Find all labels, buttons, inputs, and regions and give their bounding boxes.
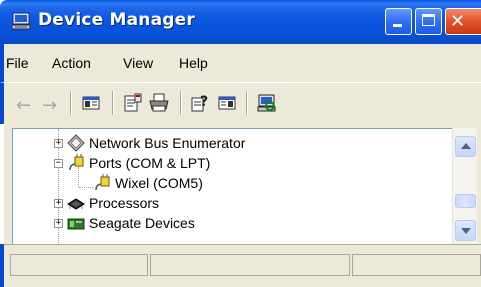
maximize-button[interactable]	[415, 8, 442, 35]
print-icon	[149, 93, 169, 112]
tree-item-network-bus-enumerator[interactable]: + Network Bus Enumerator	[13, 133, 452, 153]
back-arrow-icon: ←	[16, 95, 32, 116]
show-hide-console-tree-button[interactable]	[80, 92, 102, 114]
help-icon: ?	[191, 94, 208, 112]
show-hide-console-tree-icon	[82, 96, 100, 110]
minimize-icon	[393, 24, 402, 27]
storage-device-icon	[67, 218, 85, 230]
status-pane-main	[10, 254, 148, 276]
tree-item-label: Ports (COM & LPT)	[89, 155, 211, 171]
device-tree-panel: + Network Bus Enumerator − Ports (COM & …	[4, 124, 481, 244]
tree-line	[79, 187, 93, 188]
properties-icon	[124, 93, 142, 112]
expand-toggle[interactable]: +	[54, 139, 63, 148]
status-bar	[0, 244, 481, 287]
show-hide-action-pane-button[interactable]	[216, 92, 238, 114]
print-button[interactable]	[148, 92, 170, 114]
port-connector-icon	[69, 154, 84, 171]
tree-item-label: Network Bus Enumerator	[89, 135, 246, 151]
properties-button[interactable]	[122, 92, 144, 114]
close-button[interactable]: ✕	[445, 8, 481, 35]
title-bar[interactable]: Device Manager ✕	[0, 0, 481, 44]
status-bar-divider	[4, 244, 481, 245]
tree-item-ports[interactable]: − Ports (COM & LPT)	[13, 153, 452, 173]
tree-item-label: Processors	[89, 195, 160, 211]
window-title: Device Manager	[38, 10, 195, 30]
menu-help[interactable]: Help	[179, 55, 208, 71]
tree-item-label: Seagate Devices	[89, 215, 195, 231]
status-pane-middle	[150, 254, 350, 276]
show-hide-action-pane-icon	[218, 96, 236, 110]
maximize-icon	[422, 14, 435, 26]
toolbar: ← → ?	[0, 82, 481, 124]
computer-monitor-icon	[12, 12, 31, 30]
port-connector-icon	[95, 174, 110, 191]
toolbar-separator	[112, 91, 114, 115]
minimize-button[interactable]	[385, 8, 412, 35]
scroll-down-button[interactable]	[455, 220, 476, 241]
forward-button[interactable]: →	[42, 92, 64, 116]
toolbar-separator	[70, 91, 72, 115]
help-button[interactable]: ?	[190, 92, 212, 114]
toolbar-separator	[246, 91, 248, 115]
scroll-up-button[interactable]	[455, 136, 476, 157]
scan-hardware-changes-button[interactable]	[256, 92, 278, 114]
status-pane-right	[352, 254, 481, 276]
device-manager-window: Device Manager ✕ File Action View Help ←…	[0, 0, 481, 287]
tree-item-seagate-devices[interactable]: + Seagate Devices	[13, 213, 452, 233]
close-icon: ✕	[450, 11, 466, 32]
toolbar-separator	[180, 91, 182, 115]
scan-hardware-changes-icon	[257, 94, 276, 112]
menu-file[interactable]: File	[6, 55, 29, 71]
scroll-thumb[interactable]	[455, 194, 476, 208]
tree-item-wixel-com5[interactable]: Wixel (COM5)	[13, 173, 452, 193]
expand-toggle[interactable]: +	[54, 219, 63, 228]
menu-bar: File Action View Help	[0, 44, 481, 82]
expand-toggle[interactable]: +	[54, 199, 63, 208]
processor-chip-icon	[67, 198, 85, 210]
chevron-up-icon	[461, 143, 471, 149]
tree-item-processors[interactable]: + Processors	[13, 193, 452, 213]
tree-vertical-scrollbar[interactable]	[452, 128, 477, 244]
forward-arrow-icon: →	[42, 95, 58, 116]
device-tree[interactable]: + Network Bus Enumerator − Ports (COM & …	[12, 128, 452, 244]
collapse-toggle[interactable]: −	[54, 159, 63, 168]
chevron-down-icon	[461, 228, 471, 234]
svg-text:?: ?	[200, 94, 208, 110]
menu-view[interactable]: View	[123, 55, 153, 71]
back-button[interactable]: ←	[16, 92, 38, 116]
menu-action[interactable]: Action	[52, 55, 91, 71]
tree-item-label: Wixel (COM5)	[115, 175, 203, 191]
network-bus-icon	[67, 134, 85, 152]
